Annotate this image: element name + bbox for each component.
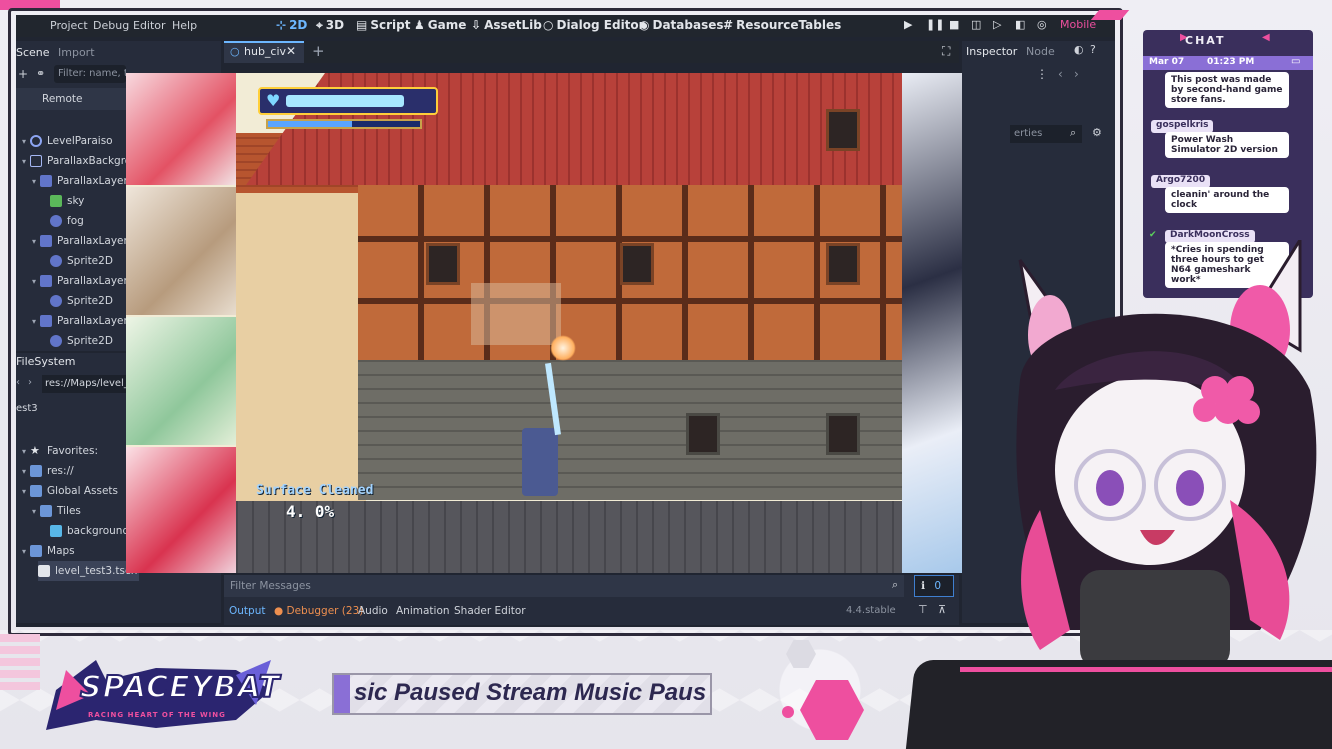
triangle-left-icon: ◀ <box>1262 32 1270 43</box>
chat-message: This post was made by second-hand game s… <box>1165 72 1289 108</box>
vtuber-avatar <box>1016 240 1317 670</box>
ticker-accent <box>334 675 350 713</box>
pink-dot <box>782 706 794 718</box>
chat-badge-icon: ▭ <box>1291 56 1301 67</box>
chat-time: 01:23 PM <box>1207 57 1255 67</box>
logo-text: SPACEYBAT <box>79 669 281 706</box>
chat-title: CHAT <box>1185 34 1226 47</box>
drawing-tablet <box>904 660 1332 749</box>
moderator-badge-icon: ✔ <box>1149 230 1157 240</box>
ticker-text: sic Paused Stream Music Paus <box>354 679 707 706</box>
logo-tagline: RACING HEART OF THE WING <box>88 711 226 719</box>
tablet-accent <box>960 667 1332 672</box>
editor-frame-border <box>8 8 1123 636</box>
now-playing-ticker: sic Paused Stream Music Paus <box>332 673 712 715</box>
chat-message: cleanin' around the clock <box>1165 187 1289 213</box>
chat-message: Power Wash Simulator 2D version <box>1165 132 1289 158</box>
chat-date: Mar 07 <box>1149 57 1185 67</box>
decorative-grid <box>0 630 40 690</box>
